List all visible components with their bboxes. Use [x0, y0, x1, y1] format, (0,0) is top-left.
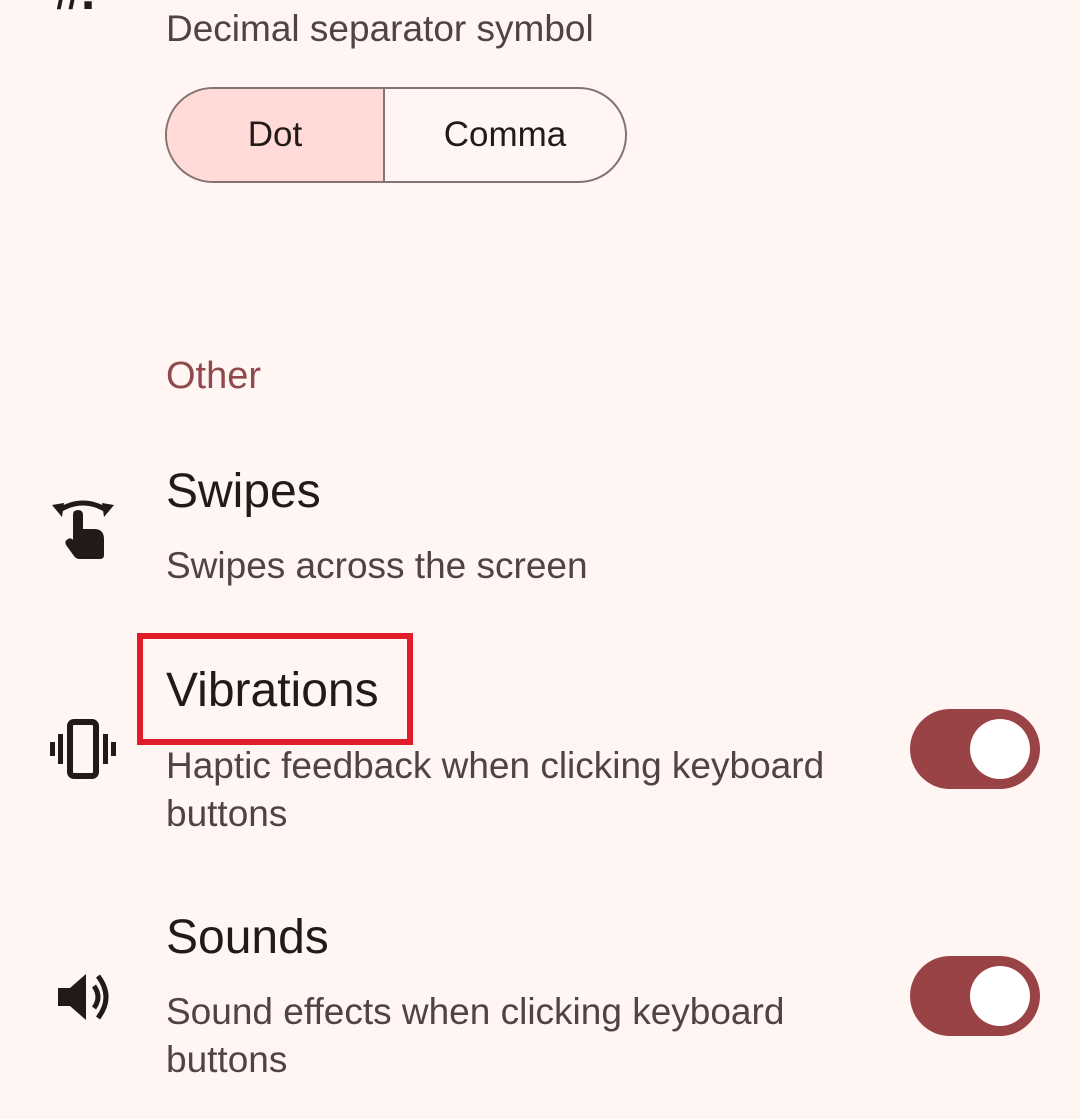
swipes-title: Swipes	[166, 465, 321, 518]
sounds-row[interactable]: Sounds Sound effects when clicking keybo…	[0, 902, 1080, 1092]
vibrations-row[interactable]: Vibrations Haptic feedback when clicking…	[0, 655, 1080, 845]
vibrations-toggle[interactable]	[910, 709, 1040, 789]
decimal-separator-segmented-control: Dot Comma	[165, 87, 627, 183]
swipe-gesture-icon	[52, 500, 114, 559]
decimal-separator-icon: #.	[54, 0, 95, 18]
volume-icon	[58, 974, 109, 1020]
segment-comma[interactable]: Comma	[385, 89, 625, 181]
vibrations-subtitle-line1: Haptic feedback when clicking keyboard	[166, 745, 825, 786]
swipes-subtitle: Swipes across the screen	[166, 545, 588, 586]
section-header-other: Other	[166, 355, 262, 397]
swipes-row[interactable]: Swipes Swipes across the screen	[0, 455, 1080, 605]
toggle-knob	[970, 966, 1030, 1026]
sounds-subtitle-line1: Sound effects when clicking keyboard	[166, 991, 785, 1032]
vibrations-subtitle-line2: buttons	[166, 793, 288, 834]
vibration-icon	[50, 719, 116, 779]
segment-dot[interactable]: Dot	[167, 89, 383, 181]
decimal-separator-subtitle: Decimal separator symbol	[166, 8, 594, 49]
vibrations-title: Vibrations	[166, 664, 379, 717]
sounds-subtitle-line2: buttons	[166, 1039, 288, 1080]
toggle-knob	[970, 719, 1030, 779]
sounds-toggle[interactable]	[910, 956, 1040, 1036]
sounds-title: Sounds	[166, 911, 329, 964]
